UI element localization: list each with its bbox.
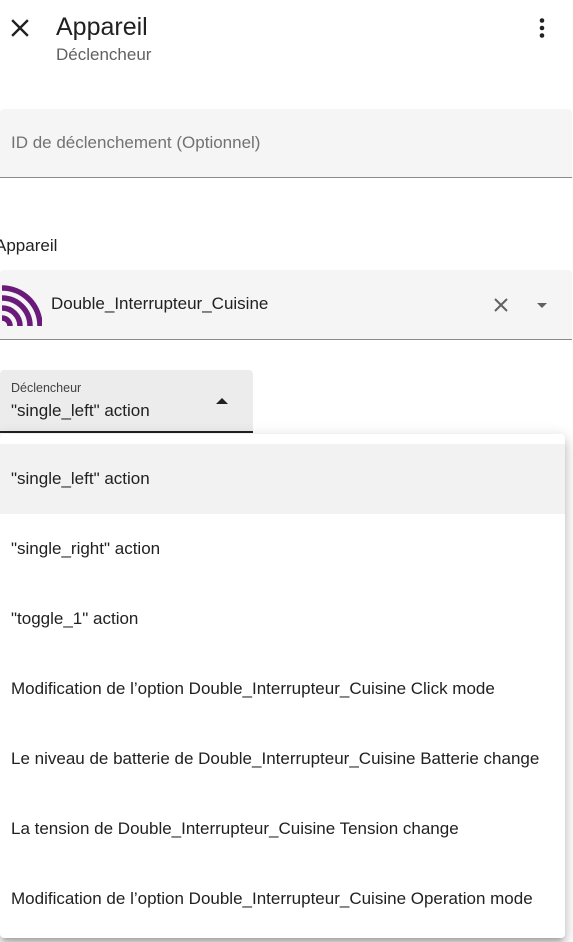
menu-option-click-mode[interactable]: Modification de l’option Double_Interrup… xyxy=(0,654,565,724)
close-icon xyxy=(11,19,29,37)
trigger-select-value: "single_left" action xyxy=(11,401,150,420)
menu-option-toggle-1[interactable]: "toggle_1" action xyxy=(0,584,565,654)
device-picker[interactable]: Double_Interrupteur_Cuisine xyxy=(0,270,572,340)
dialog-title: Appareil xyxy=(56,13,148,41)
more-vert-icon xyxy=(539,18,545,38)
device-section-label: Appareil xyxy=(0,236,58,255)
dialog-subtitle: Déclencheur xyxy=(56,45,152,64)
device-dropdown-button[interactable] xyxy=(528,291,556,319)
trigger-options-menu: "single_left" action "single_right" acti… xyxy=(0,434,565,938)
menu-option-battery-change[interactable]: Le niveau de batterie de Double_Interrup… xyxy=(0,724,565,794)
trigger-editor-dialog: Appareil Déclencheur Appareil Double_Int… xyxy=(0,0,573,942)
trigger-id-field xyxy=(0,109,572,178)
overflow-menu-button[interactable] xyxy=(526,12,558,44)
trigger-id-input[interactable] xyxy=(0,109,572,177)
clear-icon xyxy=(494,298,508,312)
menu-option-voltage-change[interactable]: La tension de Double_Interrupteur_Cuisin… xyxy=(0,794,565,864)
menu-option-single-right[interactable]: "single_right" action xyxy=(0,514,565,584)
arrow-drop-down-icon xyxy=(537,303,547,308)
zigbee-signal-icon xyxy=(1,285,42,326)
arrow-drop-up-icon xyxy=(216,398,228,404)
menu-option-operation-mode[interactable]: Modification de l’option Double_Interrup… xyxy=(0,864,565,934)
trigger-select[interactable]: Déclencheur "single_left" action xyxy=(0,370,253,433)
clear-device-button[interactable] xyxy=(487,291,515,319)
selected-device-name: Double_Interrupteur_Cuisine xyxy=(51,294,269,313)
close-button[interactable] xyxy=(4,12,36,44)
menu-option-single-left[interactable]: "single_left" action xyxy=(0,444,565,514)
trigger-select-label: Déclencheur xyxy=(11,381,82,395)
